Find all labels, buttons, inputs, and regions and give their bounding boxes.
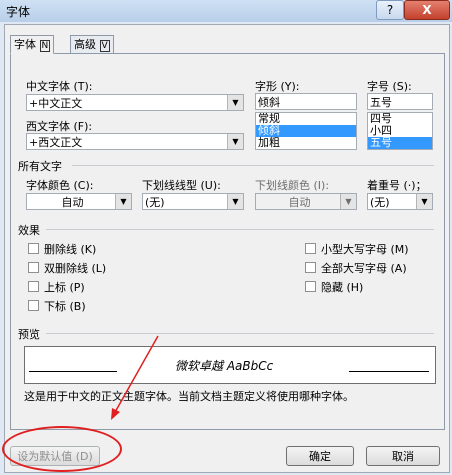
tab-font-key: N — [39, 40, 51, 52]
tab-font-label: 字体 — [14, 38, 36, 51]
annotation-ellipse — [2, 426, 122, 472]
tab-font[interactable]: 字体 N — [10, 35, 55, 54]
annotation-arrow-head — [111, 408, 120, 420]
annotation-arrow-line — [113, 335, 159, 415]
annotation-overlay — [111, 335, 159, 420]
